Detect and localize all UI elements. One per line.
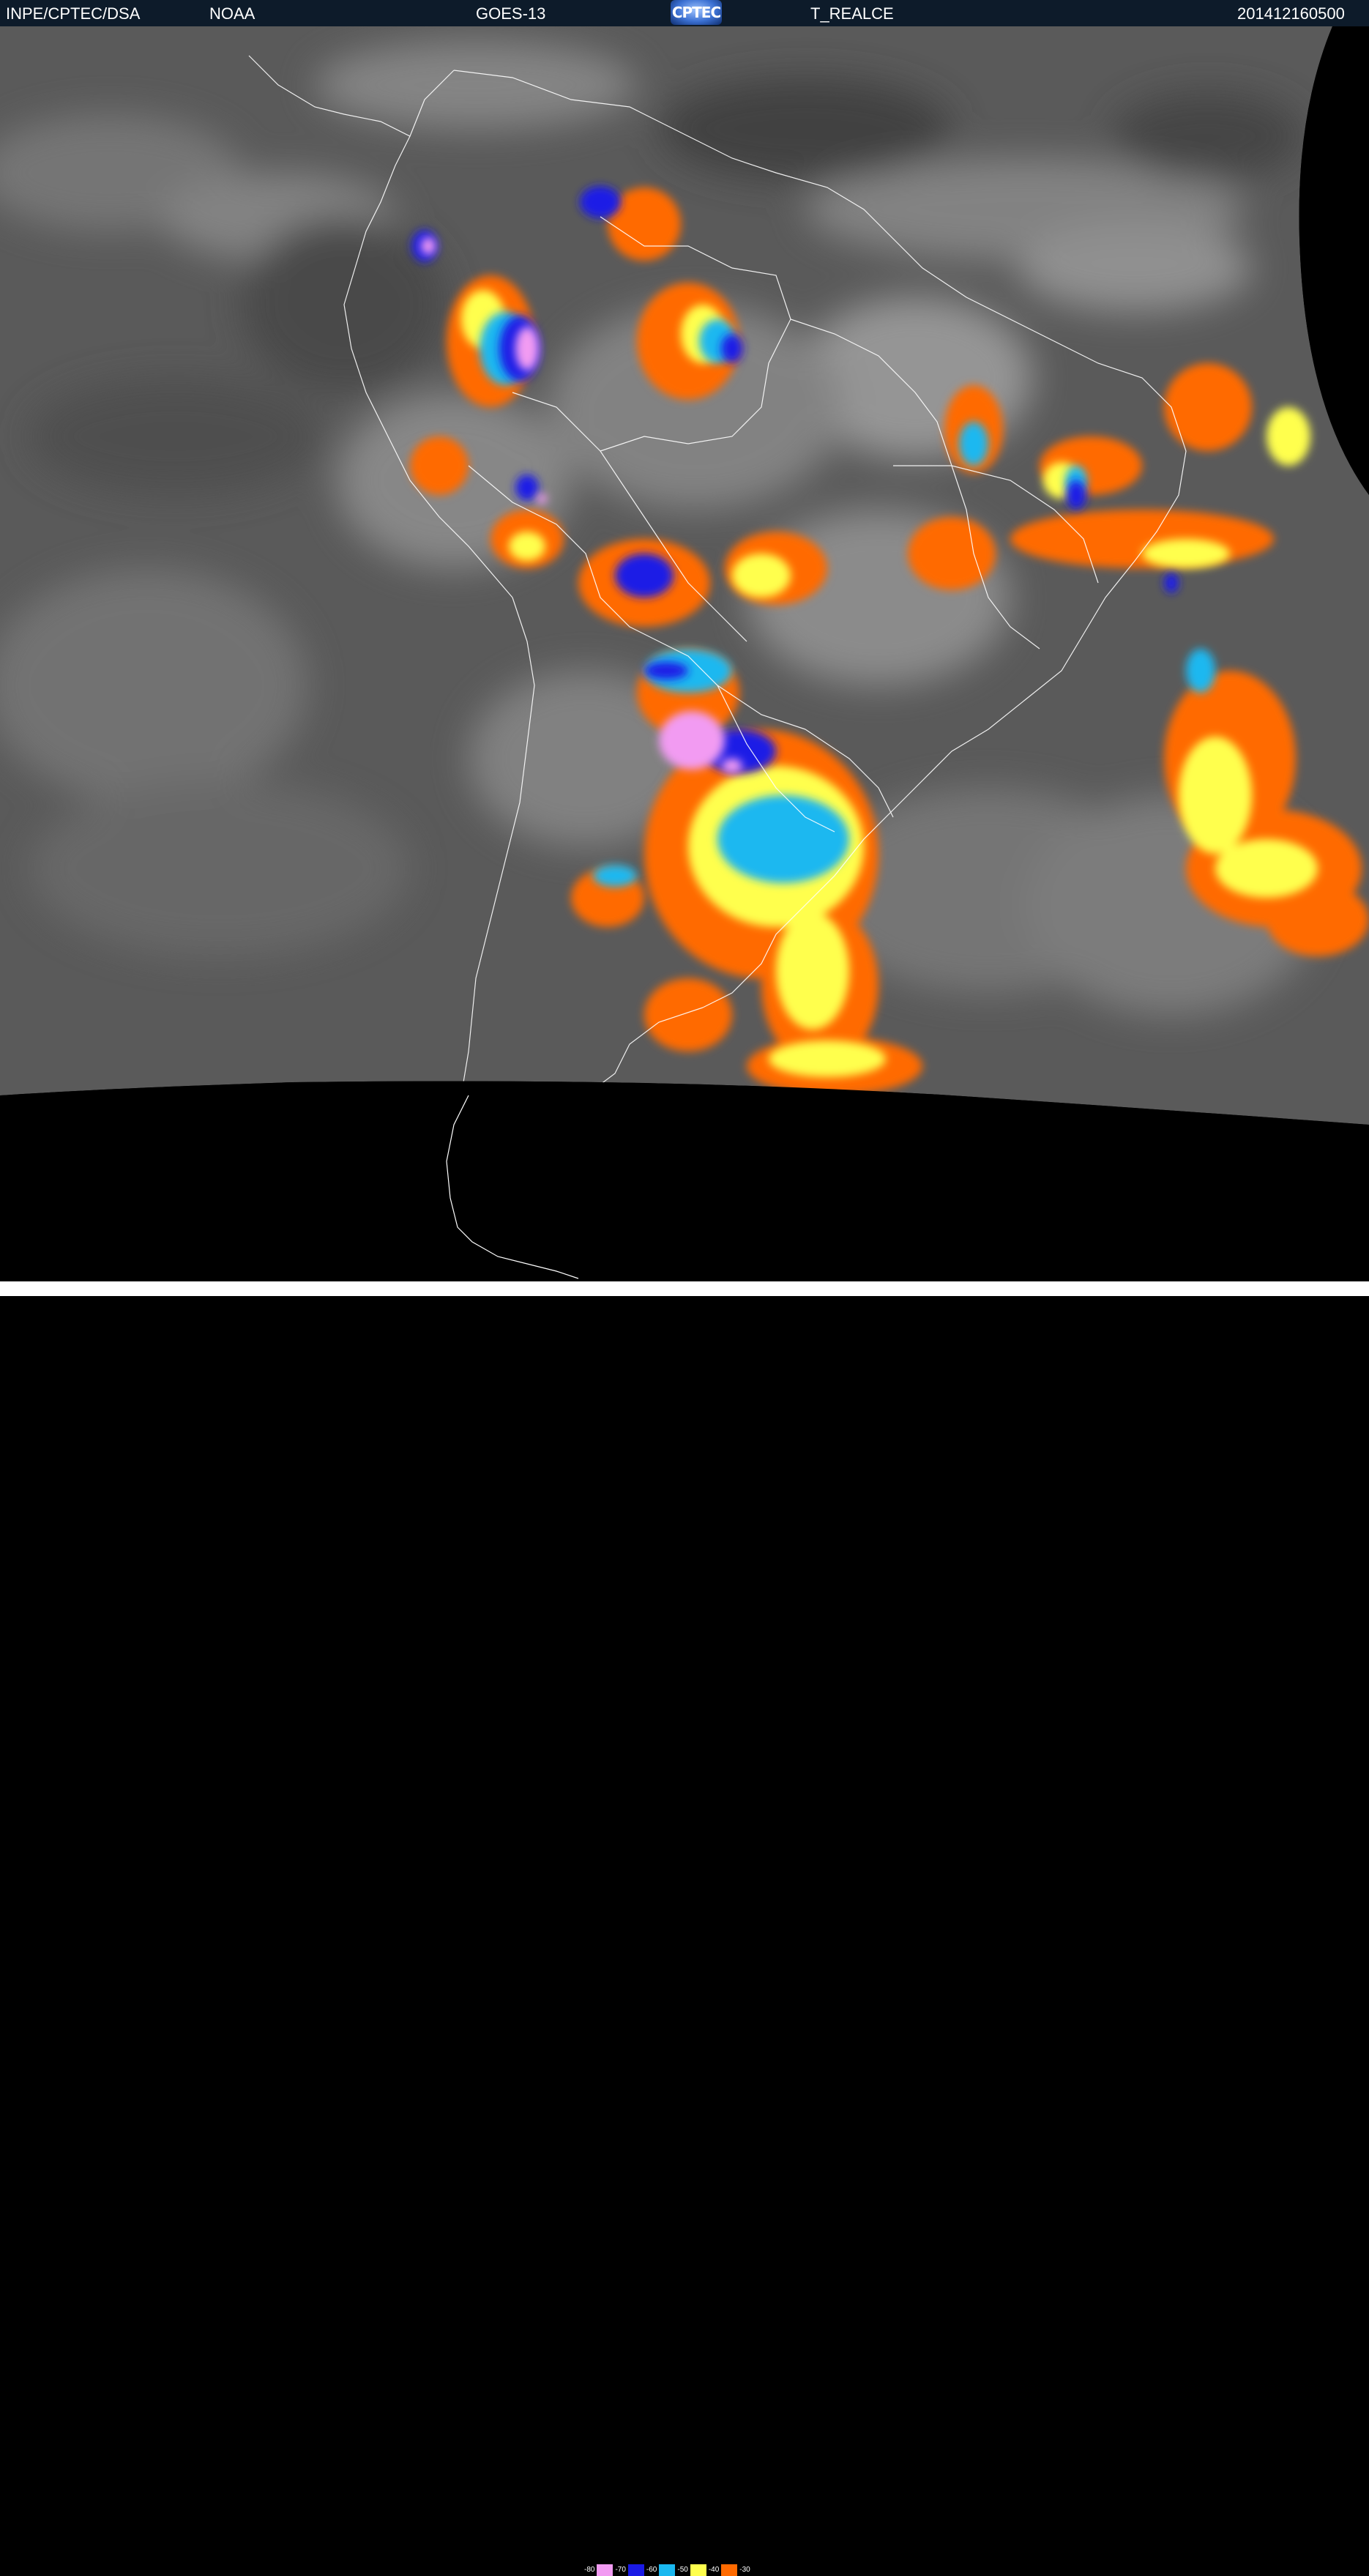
- legend-color: [627, 2564, 644, 2576]
- header-bar: INPE/CPTEC/DSA NOAA GOES-13 CPTEC T_REAL…: [0, 0, 1369, 26]
- product-label: T_REALCE: [810, 4, 894, 23]
- agency-label: NOAA: [209, 4, 255, 23]
- legend-item: -60: [644, 2564, 676, 2576]
- timestamp-label: 201412160500: [1237, 4, 1345, 23]
- cptec-logo: CPTEC: [671, 0, 722, 25]
- legend-color: [597, 2564, 613, 2576]
- legend-value: -70: [613, 2564, 628, 2576]
- temperature-legend: -80 -70 -60 -50 -40 -30 Temperatura Cels…: [582, 2564, 851, 2576]
- institution-label: INPE/CPTEC/DSA: [6, 4, 141, 23]
- legend-item: -80: [582, 2564, 613, 2576]
- legend-item: -50: [675, 2564, 706, 2576]
- legend-color: [659, 2564, 676, 2576]
- legend-color: [721, 2564, 738, 2576]
- legend-unit-text: Celsius: [824, 2566, 851, 2575]
- legend-item: -70: [613, 2564, 644, 2576]
- legend-caption: Temperatura Celsius: [770, 2566, 851, 2575]
- space-lower: [0, 1081, 1369, 1281]
- legend-color: [690, 2564, 706, 2576]
- satellite-label: GOES-13: [476, 4, 546, 23]
- legend-value: -80: [582, 2564, 597, 2576]
- legend-caption-text: Temperatura: [769, 2566, 816, 2575]
- legend-value: -50: [675, 2564, 690, 2576]
- legend-value: -30: [737, 2564, 753, 2576]
- legend-value: -60: [644, 2564, 660, 2576]
- legend-value: -40: [706, 2564, 722, 2576]
- legend-item: -30: [737, 2564, 753, 2576]
- satellite-image-map: [0, 26, 1369, 1281]
- legend-item: -40: [706, 2564, 738, 2576]
- legend-bar: -80 -70 -60 -50 -40 -30 Temperatura Cels…: [0, 1281, 1369, 2576]
